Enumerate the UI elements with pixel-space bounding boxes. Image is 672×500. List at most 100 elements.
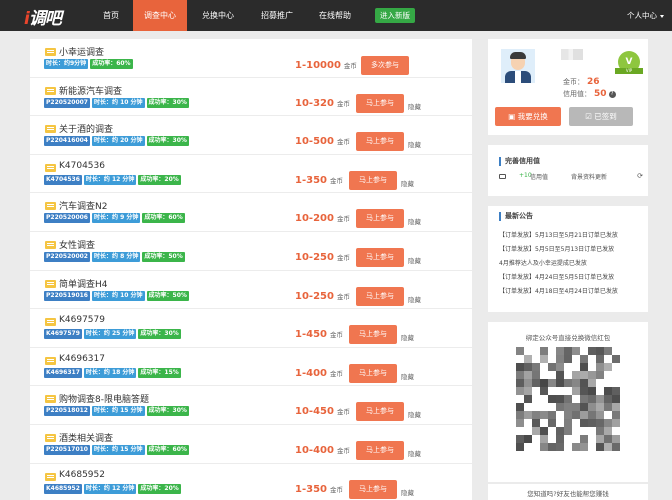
survey-title[interactable]: K4697579	[59, 315, 105, 325]
survey-row: K4704536 K4704536 时长：约 12 分钟 成功率：20% 1-350 金币…	[30, 155, 472, 194]
survey-badges: K4704536 时长：约 12 分钟 成功率：20%	[44, 174, 183, 185]
survey-title[interactable]: K4696317	[59, 354, 105, 364]
credit-unit: 信用值	[530, 174, 549, 181]
survey-success-rate-badge: 成功率：50%	[146, 290, 189, 301]
multi-join-button[interactable]: 多次参与	[361, 56, 409, 75]
survey-reward: 10-250 金币	[295, 252, 350, 263]
coins-stat: 金币： 26	[563, 77, 600, 87]
id-card-icon	[499, 174, 506, 179]
survey-icon	[45, 279, 56, 288]
survey-row: 关于酒的调查 P220416004 时长：约 20 分钟 成功率：30% 10-500 金…	[30, 116, 472, 155]
notice-item[interactable]: 【订单发放】5月13日至5月21日订单已发放	[499, 230, 618, 239]
join-button[interactable]: 马上参与	[356, 286, 404, 306]
survey-title[interactable]: K4685952	[59, 470, 105, 480]
help-icon[interactable]: ?	[608, 91, 616, 98]
survey-success-rate-badge: 成功率：60%	[142, 213, 185, 224]
qr-caption: 绑定公众号直接兑换微信红包	[525, 334, 611, 342]
refresh-icon[interactable]: ⟳	[637, 172, 643, 180]
survey-id-badge: P220519016	[44, 290, 90, 301]
join-button[interactable]: 马上参与	[356, 132, 404, 152]
survey-icon	[45, 356, 56, 365]
survey-title[interactable]: 酒类相关调查	[59, 431, 113, 444]
hide-survey-link[interactable]: 隐藏	[408, 101, 421, 111]
survey-title[interactable]: 汽车调查N2	[59, 199, 107, 212]
hide-survey-link[interactable]: 隐藏	[408, 255, 421, 265]
survey-row: 小幸运调查 时长：约9分钟 成功率：60% 1-10000 金币 多次参与	[30, 39, 472, 78]
join-button[interactable]: 马上参与	[356, 93, 404, 113]
hide-survey-link[interactable]: 隐藏	[401, 178, 414, 188]
survey-badges: K4697579 时长：约 25 分钟 成功率：30%	[44, 329, 183, 340]
survey-success-rate-badge: 成功率：30%	[138, 329, 181, 340]
survey-duration-badge: 时长：约9分钟	[44, 59, 89, 69]
hide-survey-link[interactable]: 隐藏	[408, 409, 421, 419]
survey-duration-badge: 时长：约 12 分钟	[83, 174, 137, 185]
join-button[interactable]: 马上参与	[356, 402, 404, 422]
nav-exchange-center[interactable]: 兑换中心	[193, 0, 243, 31]
survey-badges: P220520002 时长：约 8 分钟 成功率：50%	[44, 252, 187, 262]
hide-survey-link[interactable]: 隐藏	[408, 294, 421, 304]
survey-duration-badge: 时长：约 25 分钟	[83, 329, 137, 340]
notice-item[interactable]: 【订单发放】5月5日至5月13日订单已发放	[499, 244, 614, 253]
survey-badges: 时长：约9分钟 成功率：60%	[44, 59, 135, 69]
join-button[interactable]: 马上参与	[349, 170, 397, 190]
survey-id-badge: P220416004	[44, 136, 90, 147]
survey-success-rate-badge: 成功率：60%	[90, 59, 133, 69]
survey-badges: P220519016 时长：约 10 分钟 成功率：50%	[44, 290, 191, 301]
survey-title[interactable]: 购物调查8-限电脑答题	[59, 392, 149, 405]
survey-title[interactable]: 小幸运调查	[59, 45, 104, 58]
nav-home[interactable]: 首页	[95, 0, 127, 31]
survey-duration-badge: 时长：约 20 分钟	[91, 136, 145, 147]
survey-id-badge: K4685952	[44, 483, 82, 494]
survey-icon	[45, 125, 56, 134]
notice-item[interactable]: 【订单发放】4月18日至4月24日订单已发放	[499, 286, 618, 295]
survey-list: 小幸运调查 时长：约9分钟 成功率：60% 1-10000 金币 多次参与 新能源汽车调查 P…	[30, 39, 472, 500]
join-button[interactable]: 马上参与	[349, 363, 397, 383]
nav-survey-center[interactable]: 调查中心	[133, 0, 187, 31]
hide-survey-link[interactable]: 隐藏	[408, 139, 421, 149]
survey-success-rate-badge: 成功率：15%	[138, 367, 181, 378]
hide-survey-link[interactable]: 隐藏	[401, 332, 414, 342]
hide-survey-link[interactable]: 隐藏	[401, 487, 414, 497]
credit-task-row[interactable]: +10 信用值 背景资料更新 ⟳	[499, 172, 643, 182]
survey-id-badge: P220517010	[44, 445, 90, 455]
survey-badges: K4685952 时长：约 12 分钟 成功率：20%	[44, 483, 183, 494]
avatar[interactable]	[501, 49, 535, 83]
username-blurred	[561, 49, 583, 60]
exchange-button[interactable]: ▣ 我要兑换	[495, 107, 561, 126]
credit-value: 50	[594, 89, 607, 99]
hide-survey-link[interactable]: 隐藏	[408, 448, 421, 458]
notice-item[interactable]: 【订单发放】4月24日至5月5日订单已发放	[499, 272, 614, 281]
survey-icon	[45, 86, 56, 95]
survey-id-badge: K4696317	[44, 367, 82, 378]
join-button[interactable]: 马上参与	[356, 209, 404, 229]
new-version-button[interactable]: 进入新版	[375, 8, 415, 23]
survey-title[interactable]: 关于酒的调查	[59, 122, 113, 135]
site-logo[interactable]: i调吧	[24, 4, 84, 29]
survey-success-rate-badge: 成功率：30%	[146, 406, 189, 417]
survey-title[interactable]: K4704536	[59, 161, 105, 171]
survey-reward: 10-320 金币	[295, 97, 350, 109]
join-button[interactable]: 马上参与	[356, 248, 404, 267]
credit-panel: 完善信用值 +10 信用值 背景资料更新 ⟳	[488, 145, 648, 196]
profile-update-link[interactable]: 背景资料更新	[571, 172, 607, 181]
join-button[interactable]: 马上参与	[349, 479, 397, 499]
survey-title[interactable]: 简单调查H4	[59, 277, 108, 290]
hide-survey-link[interactable]: 隐藏	[401, 371, 414, 381]
survey-duration-badge: 时长：约 10 分钟	[91, 290, 145, 301]
survey-reward: 10-250 金币	[295, 290, 350, 302]
signed-in-button[interactable]: ☑ 已签到	[569, 107, 633, 126]
survey-row: 汽车调查N2 P220520006 时长：约 9 分钟 成功率：60% 10-200 金币…	[30, 193, 472, 232]
survey-row: 女性调查 P220520002 时长：约 8 分钟 成功率：50% 10-250 金币 马上…	[30, 232, 472, 271]
notice-item[interactable]: 4月推荐达人及小幸运提成已发放	[499, 258, 587, 267]
survey-duration-badge: 时长：约 8 分钟	[91, 252, 141, 262]
survey-title[interactable]: 女性调查	[59, 238, 95, 251]
join-button[interactable]: 马上参与	[356, 441, 404, 460]
survey-title[interactable]: 新能源汽车调查	[59, 84, 122, 97]
join-button[interactable]: 马上参与	[349, 325, 397, 345]
user-center-menu[interactable]: 个人中心	[627, 0, 664, 31]
hide-survey-link[interactable]: 隐藏	[408, 216, 421, 226]
nav-recruit[interactable]: 招募推广	[252, 0, 302, 31]
survey-row: K4685952 K4685952 时长：约 12 分钟 成功率：20% 1-350 金币…	[30, 464, 472, 500]
nav-help[interactable]: 在线帮助	[310, 0, 360, 31]
survey-id-badge: P220520007	[44, 97, 90, 108]
